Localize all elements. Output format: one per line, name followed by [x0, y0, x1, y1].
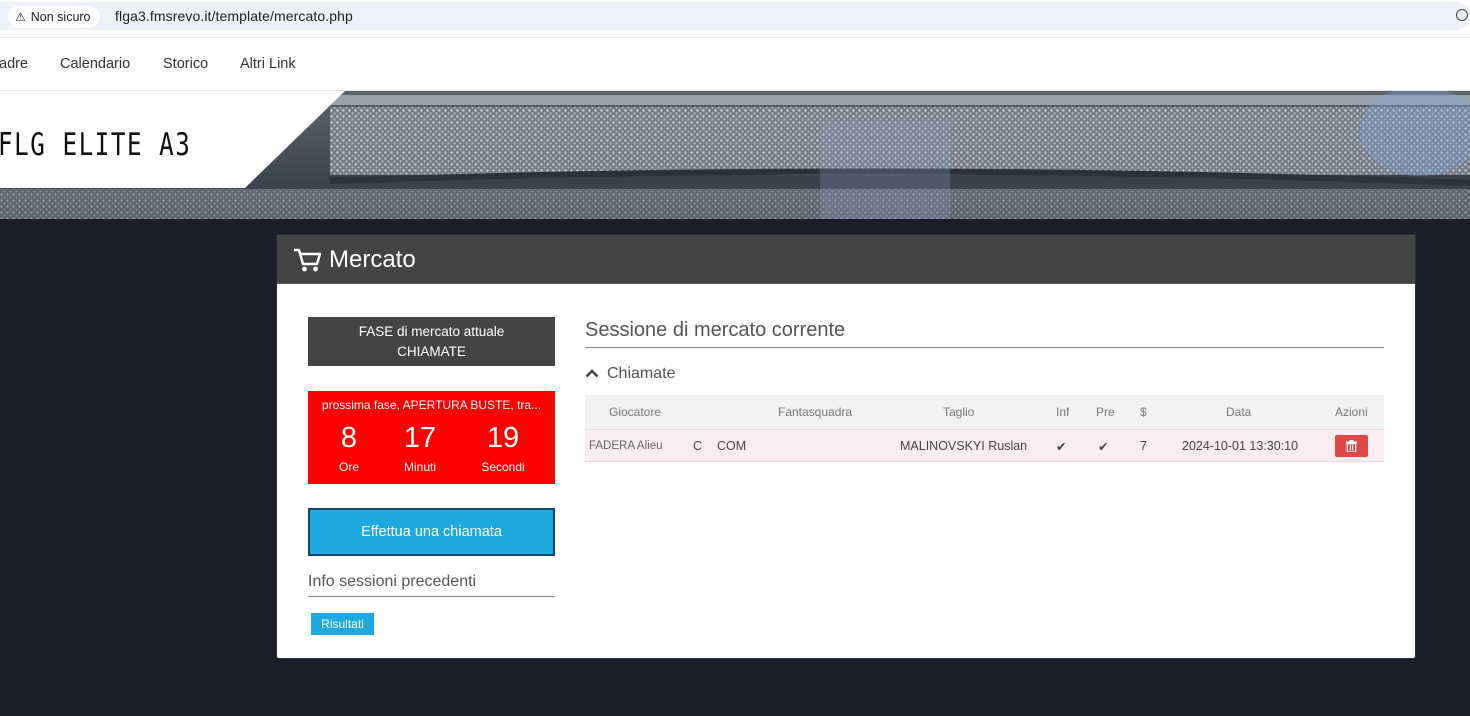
player-role: C: [693, 439, 703, 453]
chevron-up-icon: [585, 369, 599, 378]
site-logo[interactable]: FLG ELITE A3: [0, 127, 191, 163]
nav-item-altri-link[interactable]: Altri Link: [240, 56, 296, 72]
price-cell: 7: [1140, 439, 1147, 453]
col-price[interactable]: $: [1140, 405, 1147, 419]
date-cell: 2024-10-01 13:30:10: [1182, 439, 1299, 453]
browser-address-bar: ⚠ Non sicuro flga3.fmsrevo.it/template/me…: [0, 0, 1470, 38]
countdown-box: prossima fase, APERTURA BUSTE, tra... 8 …: [308, 391, 555, 484]
pre-check-icon: ✔: [1098, 440, 1109, 454]
delete-button[interactable]: [1335, 435, 1368, 457]
next-phase-text: prossima fase, APERTURA BUSTE, tra...: [321, 398, 542, 412]
security-indicator[interactable]: ⚠ Non sicuro: [8, 6, 100, 28]
minutes-value: 17: [403, 422, 437, 454]
countdown-seconds: 19 Secondi: [463, 419, 543, 474]
inf-check-icon: ✔: [1056, 440, 1067, 454]
phase-value: CHIAMATE: [397, 344, 466, 359]
panel-header: Mercato: [277, 235, 1415, 284]
previous-sessions-title: Info sessioni precedenti: [308, 573, 555, 597]
nav-item-calendario[interactable]: Calendario: [60, 56, 130, 72]
nav-item-rose[interactable]: adre: [0, 56, 28, 72]
chiamate-section-toggle[interactable]: Chiamate: [585, 365, 675, 387]
minutes-label: Minuti: [403, 460, 436, 474]
site-nav: adre Calendario Storico Altri Link: [0, 38, 1470, 91]
hours-value: 8: [340, 422, 358, 454]
seconds-value: 19: [486, 422, 520, 454]
col-inf[interactable]: Inf: [1056, 405, 1069, 419]
site-banner: FLG ELITE A3: [0, 91, 1470, 219]
extension-icon[interactable]: [1456, 9, 1468, 21]
table-header: Giocatore Fantasquadra Taglio Inf Pre $ …: [585, 395, 1384, 430]
security-label: Non sicuro: [30, 10, 91, 24]
col-pre[interactable]: Pre: [1096, 405, 1115, 419]
make-call-button[interactable]: Effettua una chiamata: [308, 508, 555, 556]
hours-label: Ore: [338, 460, 359, 474]
table-row: FADERA Alieu C COM MALINOVSKYI Ruslan ✔ …: [585, 430, 1384, 462]
taglio-cell: MALINOVSKYI Ruslan: [900, 439, 1028, 453]
url-text[interactable]: flga3.fmsrevo.it/template/mercato.php: [115, 8, 353, 24]
panel-title: Mercato: [329, 246, 416, 273]
results-button[interactable]: Risultati: [311, 613, 374, 635]
col-fantasquadra[interactable]: Fantasquadra: [778, 405, 852, 419]
seconds-label: Secondi: [481, 460, 525, 474]
player-club: COM: [717, 439, 747, 453]
nav-item-storico[interactable]: Storico: [163, 56, 208, 72]
col-taglio[interactable]: Taglio: [943, 405, 974, 419]
trash-icon: [1346, 440, 1357, 452]
phase-label: FASE di mercato attuale: [358, 324, 505, 339]
col-giocatore[interactable]: Giocatore: [609, 405, 661, 419]
session-title: Sessione di mercato corrente: [585, 319, 1384, 348]
countdown-hours: 8 Ore: [309, 419, 389, 474]
current-phase-box: FASE di mercato attuale CHIAMATE: [308, 317, 555, 366]
countdown-minutes: 17 Minuti: [380, 419, 460, 474]
section-label: Chiamate: [607, 365, 676, 382]
col-data[interactable]: Data: [1226, 405, 1251, 419]
mercato-panel: Mercato FASE di mercato attuale CHIAMATE…: [277, 235, 1415, 658]
cart-icon: [294, 248, 322, 272]
url-field[interactable]: ⚠ Non sicuro flga3.fmsrevo.it/template/me…: [0, 2, 1470, 30]
warning-icon: ⚠: [15, 10, 26, 24]
col-azioni: Azioni: [1335, 405, 1368, 419]
player-name[interactable]: FADERA Alieu: [589, 440, 663, 452]
